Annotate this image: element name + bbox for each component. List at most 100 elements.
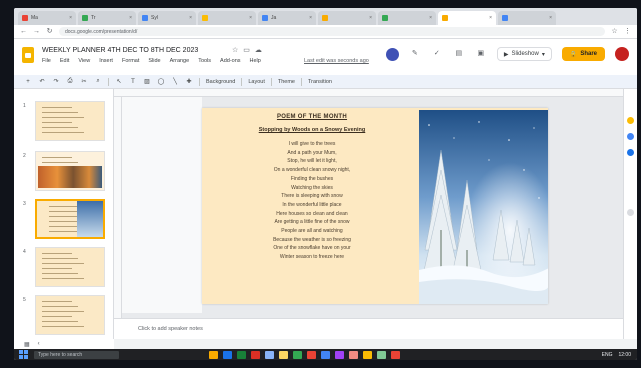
browser-tab[interactable]: Syl ×	[138, 11, 196, 25]
language-indicator[interactable]: ENG	[602, 352, 613, 358]
zoom-icon[interactable]: ⌕	[94, 78, 102, 85]
slideshow-button[interactable]: ▶ Slideshow ▾	[496, 47, 552, 61]
check-icon[interactable]: ✓	[431, 48, 443, 60]
taskbar-app-icon[interactable]	[349, 350, 358, 359]
menu-item-arrange[interactable]: Arrange	[170, 58, 190, 64]
taskbar-app-icon[interactable]	[307, 350, 316, 359]
grid-view-icon[interactable]: ▦	[24, 341, 30, 348]
back-icon[interactable]: ←	[20, 28, 27, 35]
document-title[interactable]: WEEKLY PLANNER 4TH DEC TO 8TH DEC 2023	[42, 47, 198, 54]
print-icon[interactable]: ⎙	[66, 78, 74, 85]
comment-icon[interactable]: ▤	[453, 48, 465, 60]
theme-button[interactable]: Theme	[278, 79, 295, 85]
last-edit-link[interactable]: Last edit was seconds ago	[304, 58, 369, 64]
contacts-icon[interactable]	[627, 149, 634, 156]
meet-icon[interactable]: ▣	[475, 48, 487, 60]
browser-tab[interactable]: Ja ×	[258, 11, 316, 25]
snowy-forest-image[interactable]	[419, 110, 548, 304]
taskbar-app-icon[interactable]	[293, 350, 302, 359]
close-icon[interactable]: ×	[249, 15, 252, 21]
forward-icon[interactable]: →	[33, 28, 40, 35]
background-button[interactable]: Background	[206, 79, 235, 85]
menu-item-view[interactable]: View	[78, 58, 90, 64]
poem-text-box[interactable]: I will give to the trees And a path your …	[202, 140, 422, 262]
filmstrip-slide[interactable]: 4	[14, 247, 114, 291]
move-folder-icon[interactable]: ▭	[243, 46, 250, 54]
undo-icon[interactable]: ↶	[38, 78, 46, 85]
browser-tab[interactable]: ×	[498, 11, 556, 25]
slide-subtitle[interactable]: Stopping by Woods on a Snowy Evening	[202, 127, 422, 133]
menu-item-insert[interactable]: Insert	[99, 58, 113, 64]
slide-thumbnail[interactable]	[35, 101, 105, 141]
taskbar-app-icon[interactable]	[321, 350, 330, 359]
transition-button[interactable]: Transition	[308, 79, 332, 85]
close-icon[interactable]: ×	[69, 15, 72, 21]
menu-item-help[interactable]: Help	[250, 58, 261, 64]
slide-thumbnail[interactable]	[35, 199, 105, 239]
browser-tab[interactable]: ×	[318, 11, 376, 25]
browser-tab[interactable]: Tr ×	[78, 11, 136, 25]
taskbar-app-icon[interactable]	[265, 350, 274, 359]
slide-title[interactable]: POEM OF THE MONTH	[202, 114, 422, 120]
add-slide-icon[interactable]: +	[24, 79, 32, 85]
layout-button[interactable]: Layout	[248, 79, 265, 85]
browser-tab[interactable]: Ma ×	[18, 11, 76, 25]
shape-icon[interactable]: ◯	[157, 78, 165, 85]
taskbar-app-icon[interactable]	[335, 350, 344, 359]
line-icon[interactable]: ╲	[171, 78, 179, 85]
address-bar[interactable]: docs.google.com/presentation/d/	[59, 27, 605, 36]
slide-thumbnail[interactable]	[35, 295, 105, 335]
taskbar-app-icon[interactable]	[377, 350, 386, 359]
close-icon[interactable]: ×	[369, 15, 372, 21]
share-button[interactable]: 🔒 Share	[561, 47, 605, 61]
paint-format-icon[interactable]: ✂	[80, 78, 88, 85]
star-icon[interactable]: ☆	[611, 28, 618, 35]
current-slide[interactable]: POEM OF THE MONTH Stopping by Woods on a…	[202, 108, 548, 304]
collaborator-avatar[interactable]	[385, 47, 399, 61]
close-icon[interactable]: ×	[549, 15, 552, 21]
chevron-down-icon[interactable]: ▾	[542, 51, 545, 58]
menu-item-slide[interactable]: Slide	[148, 58, 160, 64]
slide-thumbnail[interactable]	[35, 151, 105, 191]
reload-icon[interactable]: ↻	[46, 28, 53, 35]
filmstrip-slide[interactable]: 5	[14, 295, 114, 339]
cloud-status-icon[interactable]: ☁	[255, 46, 262, 54]
close-icon[interactable]: ×	[429, 15, 432, 21]
taskbar-app-icon[interactable]	[391, 350, 400, 359]
windows-start-icon[interactable]	[19, 350, 28, 359]
extensions-icon[interactable]: ⋮	[624, 28, 631, 35]
clock[interactable]: 12:00	[618, 352, 631, 358]
filmstrip-slide[interactable]: 2	[14, 151, 114, 195]
taskbar-app-icon[interactable]	[363, 350, 372, 359]
close-icon[interactable]: ×	[309, 15, 312, 21]
close-icon[interactable]: ×	[129, 15, 132, 21]
browser-tab[interactable]: ×	[198, 11, 256, 25]
add-on-icon[interactable]	[627, 209, 634, 216]
user-avatar[interactable]	[615, 47, 629, 61]
filmstrip-slide[interactable]: 3	[14, 199, 114, 243]
browser-tab[interactable]: ×	[378, 11, 436, 25]
speaker-notes[interactable]: Click to add speaker notes	[114, 318, 637, 339]
slides-logo-icon[interactable]	[22, 47, 34, 63]
taskbar-search[interactable]: Type here to search	[34, 350, 119, 359]
tasks-icon[interactable]	[627, 133, 634, 140]
comment-add-icon[interactable]: ✚	[185, 78, 193, 85]
text-box-icon[interactable]: T	[129, 79, 137, 85]
taskbar-app-icon[interactable]	[237, 350, 246, 359]
select-icon[interactable]: ↖	[115, 78, 123, 85]
taskbar-app-icon[interactable]	[209, 350, 218, 359]
menu-item-edit[interactable]: Edit	[60, 58, 69, 64]
close-icon[interactable]: ×	[189, 15, 192, 21]
menu-item-file[interactable]: File	[42, 58, 51, 64]
star-icon[interactable]: ☆	[232, 46, 238, 54]
taskbar-app-icon[interactable]	[251, 350, 260, 359]
filmstrip-slide[interactable]: 1	[14, 101, 114, 145]
pencil-icon[interactable]: ✎	[409, 48, 421, 60]
menu-item-tools[interactable]: Tools	[198, 58, 211, 64]
image-icon[interactable]: ▨	[143, 78, 151, 85]
taskbar-app-icon[interactable]	[223, 350, 232, 359]
browser-tab[interactable]: ×	[438, 11, 496, 25]
close-icon[interactable]: ×	[489, 15, 492, 21]
taskbar-app-icon[interactable]	[279, 350, 288, 359]
redo-icon[interactable]: ↷	[52, 78, 60, 85]
